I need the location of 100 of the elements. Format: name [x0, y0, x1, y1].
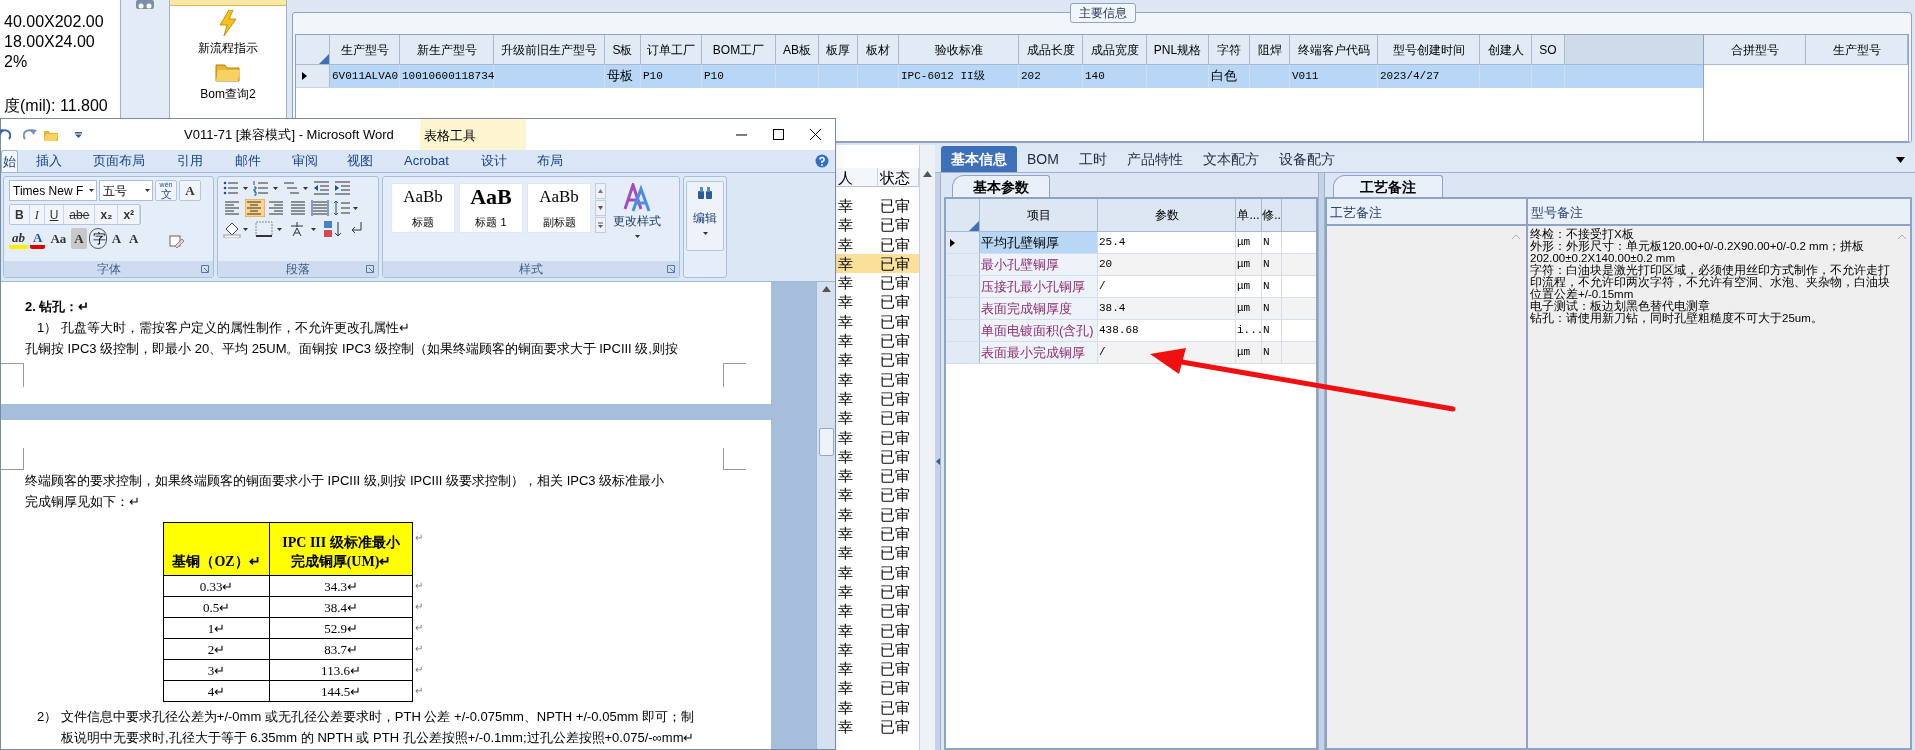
redo-icon[interactable]	[23, 127, 37, 142]
maximize-icon[interactable]	[773, 129, 784, 140]
caret-icon[interactable]	[89, 189, 94, 192]
multilevel-list-icon[interactable]	[283, 180, 309, 196]
column-header[interactable]: 工艺备注	[1327, 199, 1528, 224]
clear-formatting-icon[interactable]	[169, 234, 185, 250]
tab[interactable]: 工时	[1068, 146, 1117, 172]
tab[interactable]: 工艺备注	[1333, 175, 1443, 197]
tab[interactable]: 页面布局	[92, 150, 146, 172]
column-header[interactable]: 合拼型号	[1704, 35, 1806, 64]
column-header[interactable]: 修..	[1262, 199, 1282, 231]
dialog-launcher-icon[interactable]	[366, 265, 374, 273]
close-icon[interactable]	[810, 129, 821, 140]
column-header[interactable]: 单...	[1236, 199, 1262, 231]
decrease-indent-icon[interactable]	[313, 180, 330, 196]
column-header[interactable]: BOM工厂	[702, 35, 776, 64]
caret-icon[interactable]	[145, 189, 150, 192]
tab[interactable]: 引用	[176, 150, 204, 172]
table-row[interactable]: 6V011ALVA0 10010600118734 母板 P10 P10 IPC-6012 II级 202 140 白色 V011 2023/4/27	[296, 65, 1703, 88]
bullets-icon[interactable]	[223, 180, 249, 196]
subscript-button[interactable]: x₂	[95, 205, 119, 224]
quick-style-button[interactable]: AaB 标题 1	[459, 183, 523, 233]
color-button[interactable]: A	[30, 228, 46, 249]
column-header[interactable]: 创建人	[1480, 35, 1532, 64]
shrink-button[interactable]: A	[126, 228, 142, 249]
menu-item[interactable]: 新流程指示	[198, 40, 258, 56]
highlight-button[interactable]: ab	[9, 228, 28, 249]
shade-button[interactable]: A	[71, 228, 87, 249]
dialog-launcher-icon[interactable]	[201, 265, 209, 273]
numbering-icon[interactable]	[253, 180, 279, 196]
underline-button[interactable]: U	[44, 205, 65, 224]
customize-icon[interactable]	[75, 131, 82, 138]
font-size-field[interactable]: 五号	[99, 180, 153, 201]
change-styles-button[interactable]: 更改样式	[610, 183, 664, 238]
scrollbar[interactable]	[816, 282, 835, 749]
italic-button[interactable]: I	[29, 205, 45, 224]
font-name-field[interactable]: Times New F	[9, 180, 97, 201]
scrollbar[interactable]	[919, 145, 935, 750]
tab[interactable]: 视图	[346, 150, 374, 172]
column-header[interactable]: 型号备注	[1528, 199, 1910, 224]
tab[interactable]: 布局	[535, 150, 564, 172]
column-header[interactable]: 新生产型号	[400, 35, 494, 64]
column-header[interactable]: 升级前旧生产型号	[494, 35, 605, 64]
editing-button[interactable]: 编辑	[686, 181, 724, 251]
scroll-up-icon[interactable]	[923, 171, 932, 177]
sort-icon[interactable]	[323, 220, 343, 238]
column-header[interactable]: PNL规格	[1147, 35, 1209, 64]
character-border-button[interactable]: A	[179, 180, 201, 201]
strike-button[interactable]: abe	[64, 205, 96, 224]
tab[interactable]: BOM	[1017, 146, 1069, 172]
column-header[interactable]: 字符	[1209, 35, 1250, 64]
table-row[interactable]: 最小孔壁铜厚 20 μm N	[946, 254, 1316, 276]
tab[interactable]: 设备配方	[1268, 146, 1345, 172]
tab[interactable]: Acrobat	[403, 150, 450, 172]
dialog-launcher-icon[interactable]	[667, 265, 675, 273]
scroll-thumb[interactable]	[818, 428, 834, 456]
table-row[interactable]: 压接孔最小孔铜厚 / μm N	[946, 276, 1316, 298]
column-header[interactable]: 项目	[980, 199, 1098, 231]
table-row[interactable]: 表面完成铜厚度 38.4 μm N	[946, 298, 1316, 320]
tab[interactable]: 产品特性	[1116, 146, 1193, 172]
borders-icon[interactable]	[255, 220, 283, 238]
column-header[interactable]: 生产型号	[330, 35, 400, 64]
superscript-button[interactable]: x²	[118, 205, 141, 224]
more-styles-icon[interactable]	[595, 217, 606, 233]
column-header[interactable]: 型号创建时间	[1378, 35, 1480, 64]
table-row[interactable]: 平均孔壁铜厚 25.4 μm N	[946, 232, 1316, 254]
tab[interactable]: 邮件	[234, 150, 262, 172]
column-header[interactable]: 成品长度	[1019, 35, 1083, 64]
tab[interactable]: 插入	[35, 150, 63, 172]
text-direction-icon[interactable]	[289, 220, 317, 238]
line-spacing-icon[interactable]	[333, 199, 359, 217]
column-header[interactable]: 板材	[858, 35, 899, 64]
bold-button[interactable]: B	[10, 205, 30, 224]
tab[interactable]: 基本参数	[952, 175, 1050, 197]
column-header[interactable]: 参数	[1098, 199, 1236, 231]
tab[interactable]: 基本信息	[941, 146, 1017, 172]
column-header[interactable]: 验收标准	[899, 35, 1019, 64]
column-header[interactable]: AB板	[776, 35, 819, 64]
column-header[interactable]: 成品宽度	[1083, 35, 1147, 64]
lightning-icon[interactable]	[217, 10, 239, 36]
tab[interactable]: 始	[1, 150, 18, 172]
list-row[interactable]: 幸 已审	[836, 253, 919, 274]
increase-indent-icon[interactable]	[334, 180, 351, 196]
column-header[interactable]: 阻焊	[1250, 35, 1290, 64]
scroll-up-icon[interactable]	[595, 183, 606, 199]
table-row[interactable]: 单面电镀面积(含孔) 438.68 i...N	[946, 320, 1316, 342]
scroll-up-icon[interactable]	[821, 286, 831, 292]
dropdown-icon[interactable]	[1896, 157, 1905, 163]
quick-style-button[interactable]: AaBb 副标题	[527, 183, 591, 233]
tab[interactable]: 文本配方	[1192, 146, 1269, 172]
table-row[interactable]: 表面最小完成铜厚 / μm N	[946, 342, 1316, 364]
column-header[interactable]: 板厚	[819, 35, 858, 64]
case-button[interactable]: Aa	[47, 228, 70, 249]
quick-style-button[interactable]: AaBb 标题	[391, 183, 455, 233]
column-header[interactable]: S板	[605, 35, 641, 64]
column-header[interactable]: 终端客户代码	[1290, 35, 1378, 64]
splitter-arrow-icon[interactable]	[935, 458, 940, 465]
notes-field[interactable]: 终检：不接受打X板 外形：外形尺寸：单元板120.00+0/-0.2X90.00+0/-0.2 mm；拼板 202.00±0.2X140.00±0.2 mm 字符：白油块是激光打印区域，必须使用丝印方式制作，不允许走打 印流程，不允许印两次字符，不允许有空洞、水泡、夹杂物，白油块 位置公差+/-0.15mm 电子测试：板边划黑色替代电测章 钻孔：请使用新刀钻，同时孔壁粗糙度不可大于25um。	[1528, 226, 1910, 748]
menu-item[interactable]: Bom查询2	[200, 86, 256, 102]
column-header[interactable]: 生产型号	[1806, 35, 1908, 64]
